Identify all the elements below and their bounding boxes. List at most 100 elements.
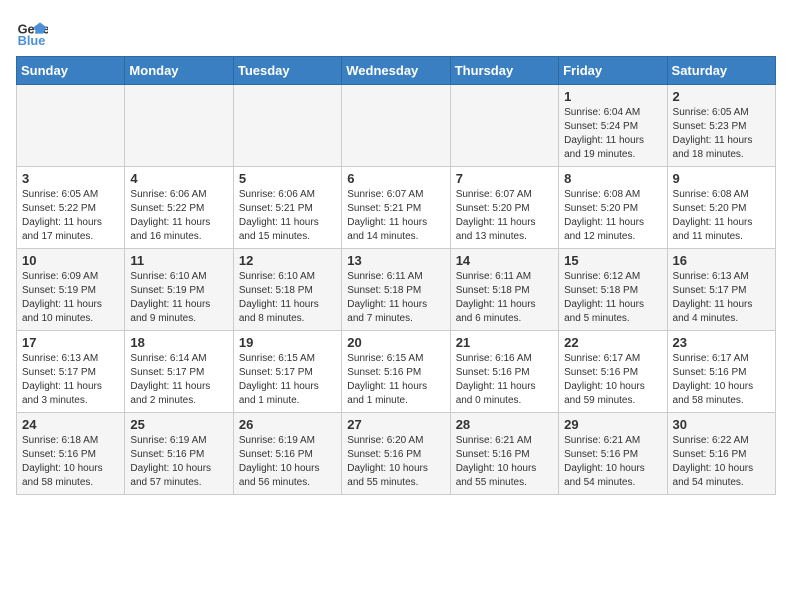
day-info: Sunrise: 6:08 AMSunset: 5:20 PMDaylight:… [673, 188, 770, 244]
calendar-cell: 9 Sunrise: 6:08 AMSunset: 5:20 PMDaylight… [667, 167, 775, 249]
calendar-cell: 19 Sunrise: 6:15 AMSunset: 5:17 PMDayligh… [233, 331, 341, 413]
day-info: Sunrise: 6:04 AMSunset: 5:24 PMDaylight:… [564, 106, 661, 162]
day-info: Sunrise: 6:14 AMSunset: 5:17 PMDaylight:… [130, 352, 227, 408]
day-number: 30 [673, 417, 770, 432]
day-number: 8 [564, 171, 661, 186]
calendar-cell: 20Sunrise: 6:15 AMSunset: 5:16 PMDayligh… [342, 331, 450, 413]
calendar-cell [342, 85, 450, 167]
day-info: Sunrise: 6:06 AMSunset: 5:22 PMDaylight:… [130, 188, 227, 244]
day-info: Sunrise: 6:12 AMSunset: 5:18 PMDaylight:… [564, 270, 661, 326]
day-info: Sunrise: 6:17 AMSunset: 5:16 PMDaylight:… [564, 352, 661, 408]
calendar-week-row: 3 Sunrise: 6:05 AMSunset: 5:22 PMDaylight… [17, 167, 776, 249]
calendar-cell: 25 Sunrise: 6:19 AMSunset: 5:16 PMDayligh… [125, 413, 233, 495]
day-info: Sunrise: 6:13 AMSunset: 5:17 PMDaylight:… [22, 352, 119, 408]
day-number: 4 [130, 171, 227, 186]
calendar-cell: 14 Sunrise: 6:11 AMSunset: 5:18 PMDayligh… [450, 249, 558, 331]
day-info: Sunrise: 6:05 AMSunset: 5:23 PMDaylight:… [673, 106, 770, 162]
day-info: Sunrise: 6:09 AMSunset: 5:19 PMDaylight:… [22, 270, 119, 326]
day-number: 6 [347, 171, 444, 186]
calendar-cell: 26 Sunrise: 6:19 AMSunset: 5:16 PMDayligh… [233, 413, 341, 495]
logo[interactable]: General Blue [16, 16, 52, 48]
calendar-header-row: SundayMondayTuesdayWednesdayThursdayFrid… [17, 57, 776, 85]
weekday-header-friday: Friday [559, 57, 667, 85]
day-info: Sunrise: 6:11 AMSunset: 5:18 PMDaylight:… [347, 270, 444, 326]
calendar-cell: 10 Sunrise: 6:09 AMSunset: 5:19 PMDayligh… [17, 249, 125, 331]
day-info: Sunrise: 6:16 AMSunset: 5:16 PMDaylight:… [456, 352, 553, 408]
day-info: Sunrise: 6:05 AMSunset: 5:22 PMDaylight:… [22, 188, 119, 244]
weekday-header-sunday: Sunday [17, 57, 125, 85]
day-number: 21 [456, 335, 553, 350]
day-info: Sunrise: 6:21 AMSunset: 5:16 PMDaylight:… [456, 434, 553, 490]
day-number: 11 [130, 253, 227, 268]
day-info: Sunrise: 6:19 AMSunset: 5:16 PMDaylight:… [239, 434, 336, 490]
calendar-week-row: 1 Sunrise: 6:04 AMSunset: 5:24 PMDaylight… [17, 85, 776, 167]
day-info: Sunrise: 6:20 AMSunset: 5:16 PMDaylight:… [347, 434, 444, 490]
calendar-cell: 16 Sunrise: 6:13 AMSunset: 5:17 PMDayligh… [667, 249, 775, 331]
calendar-cell: 2Sunrise: 6:05 AMSunset: 5:23 PMDaylight… [667, 85, 775, 167]
day-number: 15 [564, 253, 661, 268]
day-info: Sunrise: 6:13 AMSunset: 5:17 PMDaylight:… [673, 270, 770, 326]
day-number: 16 [673, 253, 770, 268]
day-info: Sunrise: 6:07 AMSunset: 5:20 PMDaylight:… [456, 188, 553, 244]
day-number: 17 [22, 335, 119, 350]
day-number: 3 [22, 171, 119, 186]
calendar-table: SundayMondayTuesdayWednesdayThursdayFrid… [16, 56, 776, 495]
day-number: 12 [239, 253, 336, 268]
day-number: 7 [456, 171, 553, 186]
calendar-cell: 5 Sunrise: 6:06 AMSunset: 5:21 PMDaylight… [233, 167, 341, 249]
day-number: 18 [130, 335, 227, 350]
calendar-cell: 27 Sunrise: 6:20 AMSunset: 5:16 PMDayligh… [342, 413, 450, 495]
day-number: 23 [673, 335, 770, 350]
day-info: Sunrise: 6:11 AMSunset: 5:18 PMDaylight:… [456, 270, 553, 326]
calendar-cell: 22 Sunrise: 6:17 AMSunset: 5:16 PMDayligh… [559, 331, 667, 413]
calendar-cell [233, 85, 341, 167]
day-number: 24 [22, 417, 119, 432]
calendar-cell: 30 Sunrise: 6:22 AMSunset: 5:16 PMDayligh… [667, 413, 775, 495]
day-number: 10 [22, 253, 119, 268]
day-number: 19 [239, 335, 336, 350]
day-info: Sunrise: 6:08 AMSunset: 5:20 PMDaylight:… [564, 188, 661, 244]
calendar-cell: 3 Sunrise: 6:05 AMSunset: 5:22 PMDaylight… [17, 167, 125, 249]
weekday-header-thursday: Thursday [450, 57, 558, 85]
calendar-cell: 13 Sunrise: 6:11 AMSunset: 5:18 PMDayligh… [342, 249, 450, 331]
day-info: Sunrise: 6:07 AMSunset: 5:21 PMDaylight:… [347, 188, 444, 244]
calendar-cell: 11 Sunrise: 6:10 AMSunset: 5:19 PMDayligh… [125, 249, 233, 331]
day-number: 27 [347, 417, 444, 432]
calendar-cell: 29Sunrise: 6:21 AMSunset: 5:16 PMDayligh… [559, 413, 667, 495]
calendar-cell: 24 Sunrise: 6:18 AMSunset: 5:16 PMDayligh… [17, 413, 125, 495]
calendar-cell: 4 Sunrise: 6:06 AMSunset: 5:22 PMDaylight… [125, 167, 233, 249]
svg-text:Blue: Blue [18, 33, 46, 48]
day-number: 14 [456, 253, 553, 268]
calendar-cell: 1 Sunrise: 6:04 AMSunset: 5:24 PMDaylight… [559, 85, 667, 167]
weekday-header-tuesday: Tuesday [233, 57, 341, 85]
day-info: Sunrise: 6:18 AMSunset: 5:16 PMDaylight:… [22, 434, 119, 490]
calendar-cell: 8 Sunrise: 6:08 AMSunset: 5:20 PMDaylight… [559, 167, 667, 249]
day-number: 26 [239, 417, 336, 432]
calendar-cell [450, 85, 558, 167]
day-info: Sunrise: 6:21 AMSunset: 5:16 PMDaylight:… [564, 434, 661, 490]
calendar-cell: 6 Sunrise: 6:07 AMSunset: 5:21 PMDaylight… [342, 167, 450, 249]
day-number: 13 [347, 253, 444, 268]
calendar-cell: 28 Sunrise: 6:21 AMSunset: 5:16 PMDayligh… [450, 413, 558, 495]
day-number: 25 [130, 417, 227, 432]
day-info: Sunrise: 6:19 AMSunset: 5:16 PMDaylight:… [130, 434, 227, 490]
day-number: 9 [673, 171, 770, 186]
day-number: 22 [564, 335, 661, 350]
calendar-cell: 12Sunrise: 6:10 AMSunset: 5:18 PMDayligh… [233, 249, 341, 331]
day-info: Sunrise: 6:22 AMSunset: 5:16 PMDaylight:… [673, 434, 770, 490]
day-info: Sunrise: 6:17 AMSunset: 5:16 PMDaylight:… [673, 352, 770, 408]
calendar-cell [17, 85, 125, 167]
day-info: Sunrise: 6:15 AMSunset: 5:17 PMDaylight:… [239, 352, 336, 408]
day-number: 28 [456, 417, 553, 432]
calendar-week-row: 17 Sunrise: 6:13 AMSunset: 5:17 PMDayligh… [17, 331, 776, 413]
day-number: 5 [239, 171, 336, 186]
calendar-cell: 23 Sunrise: 6:17 AMSunset: 5:16 PMDayligh… [667, 331, 775, 413]
calendar-week-row: 24 Sunrise: 6:18 AMSunset: 5:16 PMDayligh… [17, 413, 776, 495]
calendar-cell: 18 Sunrise: 6:14 AMSunset: 5:17 PMDayligh… [125, 331, 233, 413]
weekday-header-monday: Monday [125, 57, 233, 85]
calendar-cell: 7 Sunrise: 6:07 AMSunset: 5:20 PMDaylight… [450, 167, 558, 249]
day-info: Sunrise: 6:06 AMSunset: 5:21 PMDaylight:… [239, 188, 336, 244]
weekday-header-saturday: Saturday [667, 57, 775, 85]
day-info: Sunrise: 6:10 AMSunset: 5:19 PMDaylight:… [130, 270, 227, 326]
day-number: 1 [564, 89, 661, 104]
